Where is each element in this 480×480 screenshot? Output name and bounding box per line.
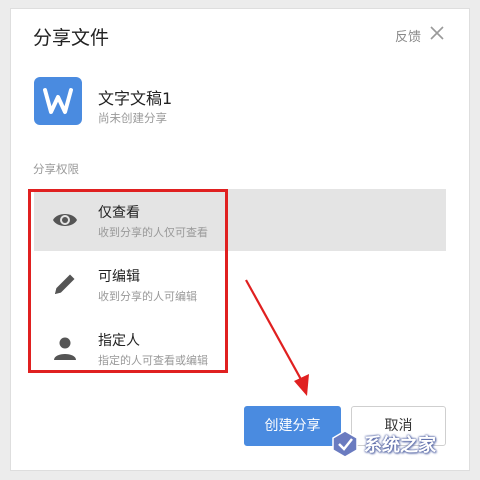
close-icon[interactable]	[428, 24, 446, 42]
permission-name: 可编辑	[98, 269, 140, 285]
share-dialog: 分享文件 反馈 文字文稿1 尚未创建分享 分享权限 仅查看 收到分享的人仅可查看…	[10, 8, 470, 471]
pencil-icon	[55, 274, 75, 294]
permission-option-specified-people[interactable]: 指定人 指定的人可查看或编辑	[34, 317, 446, 379]
document-file-icon	[34, 77, 82, 125]
watermark-text: 系统之家	[364, 435, 436, 456]
permission-name: 仅查看	[98, 205, 140, 221]
file-name: 文字文稿1	[98, 89, 173, 108]
eye-icon	[53, 214, 77, 226]
permission-description: 收到分享的人仅可查看	[98, 226, 208, 239]
share-status-text: 尚未创建分享	[98, 111, 167, 125]
permission-option-view-only[interactable]: 仅查看 收到分享的人仅可查看	[34, 189, 446, 251]
person-icon	[54, 337, 76, 360]
permission-option-editable[interactable]: 可编辑 收到分享的人可编辑	[34, 253, 446, 315]
dialog-title: 分享文件	[33, 27, 110, 49]
permission-name: 指定人	[98, 333, 140, 349]
permissions-section-label: 分享权限	[33, 162, 79, 176]
watermark-logo-icon	[332, 430, 358, 458]
permission-description: 指定的人可查看或编辑	[98, 354, 208, 367]
watermark: 系统之家	[330, 425, 470, 465]
permission-description: 收到分享的人可编辑	[98, 290, 197, 303]
create-share-button[interactable]: 创建分享	[244, 406, 341, 446]
feedback-link[interactable]: 反馈	[395, 26, 421, 45]
